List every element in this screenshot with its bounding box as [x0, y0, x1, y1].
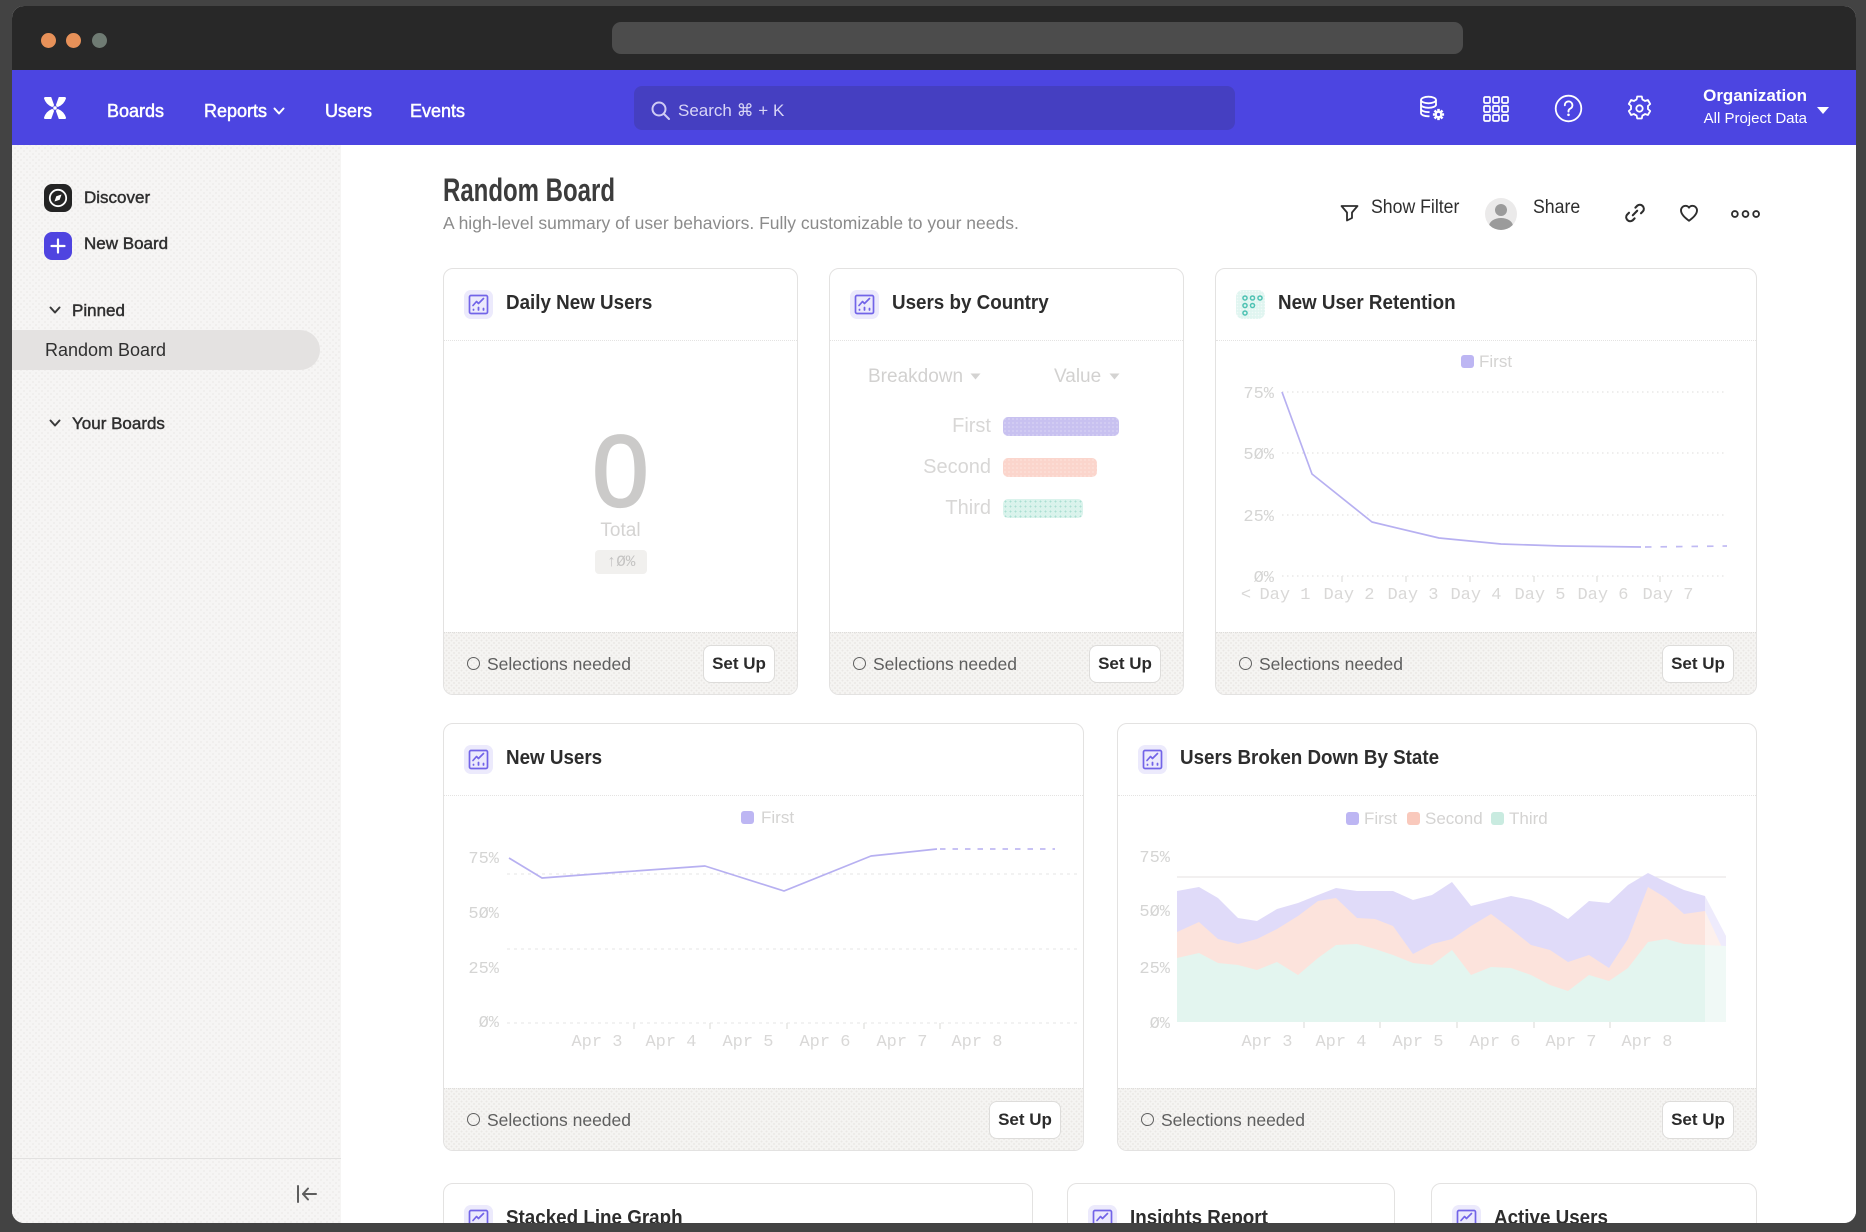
svg-text:Apr 4: Apr 4 [645, 1033, 696, 1052]
svg-text:Ø%: Ø% [479, 1014, 500, 1033]
svg-text:<: < [1241, 586, 1251, 605]
svg-text:Ø%: Ø% [1150, 1015, 1171, 1034]
svg-text:Apr 3: Apr 3 [1241, 1033, 1292, 1052]
svg-text:Apr 3: Apr 3 [571, 1033, 622, 1052]
svg-text:25%: 25% [1139, 960, 1170, 979]
svg-text:Apr 7: Apr 7 [1545, 1033, 1596, 1052]
svg-text:Apr 5: Apr 5 [722, 1033, 773, 1052]
svg-text:Apr 6: Apr 6 [799, 1033, 850, 1052]
svg-text:Apr 6: Apr 6 [1469, 1033, 1520, 1052]
svg-text:75%: 75% [468, 850, 499, 869]
svg-text:Apr 7: Apr 7 [876, 1033, 927, 1052]
svg-text:Day 7: Day 7 [1642, 586, 1693, 605]
svg-text:Day 1: Day 1 [1259, 586, 1310, 605]
svg-text:25%: 25% [468, 960, 499, 979]
svg-text:Third: Third [1509, 809, 1548, 828]
svg-text:Apr 8: Apr 8 [1621, 1033, 1672, 1052]
svg-text:First: First [761, 808, 794, 827]
svg-text:Day 2: Day 2 [1323, 586, 1374, 605]
svg-text:5Ø%: 5Ø% [1243, 446, 1274, 465]
svg-text:Second: Second [1425, 809, 1483, 828]
svg-text:75%: 75% [1243, 385, 1274, 404]
svg-text:5Ø%: 5Ø% [1139, 903, 1170, 922]
svg-text:First: First [1479, 352, 1512, 371]
svg-text:Apr 8: Apr 8 [951, 1033, 1002, 1052]
svg-text:25%: 25% [1243, 508, 1274, 527]
svg-text:Day 4: Day 4 [1450, 586, 1501, 605]
svg-text:Day 3: Day 3 [1387, 586, 1438, 605]
svg-text:Day 5: Day 5 [1514, 586, 1565, 605]
svg-text:Day 6: Day 6 [1577, 586, 1628, 605]
svg-text:Apr 5: Apr 5 [1392, 1033, 1443, 1052]
svg-text:Apr 4: Apr 4 [1315, 1033, 1366, 1052]
svg-text:5Ø%: 5Ø% [468, 905, 499, 924]
svg-text:First: First [1364, 809, 1397, 828]
svg-text:75%: 75% [1139, 849, 1170, 868]
